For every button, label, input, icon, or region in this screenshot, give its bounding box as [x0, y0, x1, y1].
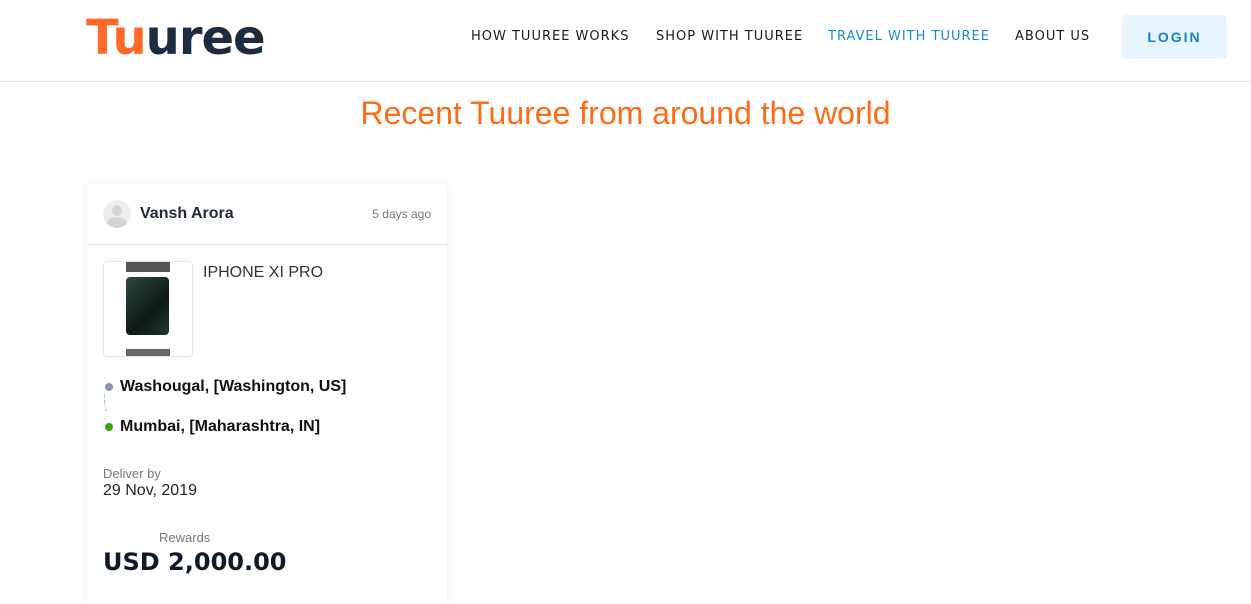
- nav-travel-with-tuuree[interactable]: TRAVEL WITH TUUREE: [828, 29, 990, 44]
- rewards-amount: USD 2,000.00: [103, 548, 287, 576]
- deliver-date: 29 Nov, 2019: [103, 482, 197, 499]
- destination-location: Mumbai, [Maharashtra, IN]: [120, 418, 321, 435]
- posted-time: 5 days ago: [372, 207, 431, 221]
- nav-about-us[interactable]: ABOUT US: [1015, 29, 1090, 44]
- origin-dot-icon: [105, 383, 113, 391]
- product-image: [103, 261, 193, 357]
- user-avatar-icon: [103, 200, 131, 228]
- page-title: Recent Tuuree from around the world: [360, 95, 891, 131]
- login-button[interactable]: LOGIN: [1122, 15, 1227, 59]
- tuuree-logo[interactable]: Tuuree: [86, 10, 266, 66]
- card-header: Vansh Arora 5 days ago: [87, 184, 447, 245]
- destination-dot-icon: [105, 423, 113, 431]
- arrow-down-icon: ¦ ↓: [103, 391, 109, 414]
- deliver-by-label: Deliver by: [103, 466, 161, 481]
- nav-shop-with-tuuree[interactable]: SHOP WITH TUUREE: [656, 29, 803, 44]
- product-name: IPHONE XI PRO: [203, 264, 324, 281]
- rewards-label: Rewards: [159, 530, 211, 545]
- top-navbar: Tuuree HOW TUUREE WORKS SHOP WITH TUUREE…: [0, 0, 1251, 82]
- nav-how-tuuree-works[interactable]: HOW TUUREE WORKS: [471, 29, 629, 44]
- trip-card[interactable]: Vansh Arora 5 days ago IPHONE XI PRO Was…: [87, 184, 447, 604]
- origin-location: Washougal, [Washington, US]: [120, 378, 347, 395]
- user-name: Vansh Arora: [140, 205, 234, 222]
